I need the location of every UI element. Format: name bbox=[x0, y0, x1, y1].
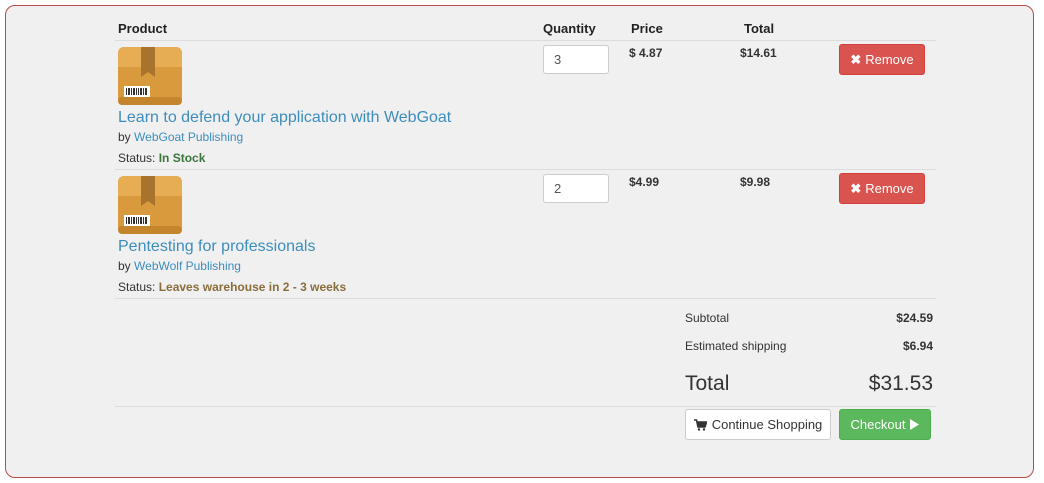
by-label: by bbox=[118, 130, 131, 144]
by-label: by bbox=[118, 259, 131, 273]
header-quantity: Quantity bbox=[543, 21, 596, 36]
publisher-link[interactable]: WebGoat Publishing bbox=[134, 130, 243, 144]
status-value: In Stock bbox=[158, 151, 206, 165]
play-arrow-icon bbox=[910, 419, 920, 430]
cart-actions: Continue Shopping Checkout bbox=[115, 407, 936, 447]
cart-item: Pentesting for professionals by WebWolf … bbox=[115, 170, 936, 299]
continue-shopping-label: Continue Shopping bbox=[711, 417, 823, 432]
continue-shopping-button[interactable]: Continue Shopping bbox=[685, 409, 831, 440]
quantity-input[interactable] bbox=[543, 45, 609, 74]
cart-item: Learn to defend your application with We… bbox=[115, 41, 936, 170]
item-price: $ 4.87 bbox=[629, 46, 663, 60]
header-total: Total bbox=[744, 21, 775, 36]
shipping-value: $6.94 bbox=[902, 339, 933, 353]
product-publisher: by WebGoat Publishing bbox=[118, 130, 243, 144]
status-label: Status: bbox=[118, 280, 156, 294]
product-status: Status: Leaves warehouse in 2 - 3 weeks bbox=[118, 280, 346, 294]
subtotal-value: $24.59 bbox=[896, 311, 933, 325]
quantity-input[interactable] bbox=[543, 174, 609, 203]
product-status: Status: In Stock bbox=[118, 151, 205, 165]
item-total: $9.98 bbox=[740, 175, 771, 189]
cart-header-row: Product Quantity Price Total bbox=[115, 14, 936, 41]
publisher-link[interactable]: WebWolf Publishing bbox=[134, 259, 241, 273]
package-box-icon bbox=[118, 47, 182, 105]
product-publisher: by WebWolf Publishing bbox=[118, 259, 241, 273]
header-price: Price bbox=[631, 21, 663, 36]
order-summary: Subtotal $24.59 Estimated shipping $6.94… bbox=[115, 299, 936, 407]
cart-panel: Product Quantity Price Total Learn to de… bbox=[5, 5, 1034, 478]
status-label: Status: bbox=[118, 151, 156, 165]
shipping-label: Estimated shipping bbox=[685, 339, 787, 353]
header-product: Product bbox=[118, 21, 168, 36]
remove-icon: ✖ bbox=[850, 180, 862, 196]
remove-label: Remove bbox=[865, 181, 914, 196]
shopping-cart-icon bbox=[693, 418, 707, 431]
remove-button[interactable]: ✖ Remove bbox=[839, 173, 925, 204]
remove-button[interactable]: ✖ Remove bbox=[839, 44, 925, 75]
package-box-icon bbox=[118, 176, 182, 234]
item-total: $14.61 bbox=[740, 46, 777, 60]
item-price: $4.99 bbox=[629, 175, 660, 189]
product-title-link[interactable]: Pentesting for professionals bbox=[118, 238, 315, 256]
checkout-button[interactable]: Checkout bbox=[839, 409, 931, 440]
grand-total-value: $31.53 bbox=[868, 372, 933, 395]
remove-label: Remove bbox=[865, 52, 914, 67]
grand-total-label: Total bbox=[685, 372, 730, 395]
shopping-cart: Product Quantity Price Total Learn to de… bbox=[115, 14, 936, 447]
status-value: Leaves warehouse in 2 - 3 weeks bbox=[158, 280, 347, 294]
product-title-link[interactable]: Learn to defend your application with We… bbox=[118, 109, 451, 127]
checkout-label: Checkout bbox=[850, 417, 906, 432]
remove-icon: ✖ bbox=[850, 51, 862, 67]
subtotal-label: Subtotal bbox=[685, 311, 730, 325]
